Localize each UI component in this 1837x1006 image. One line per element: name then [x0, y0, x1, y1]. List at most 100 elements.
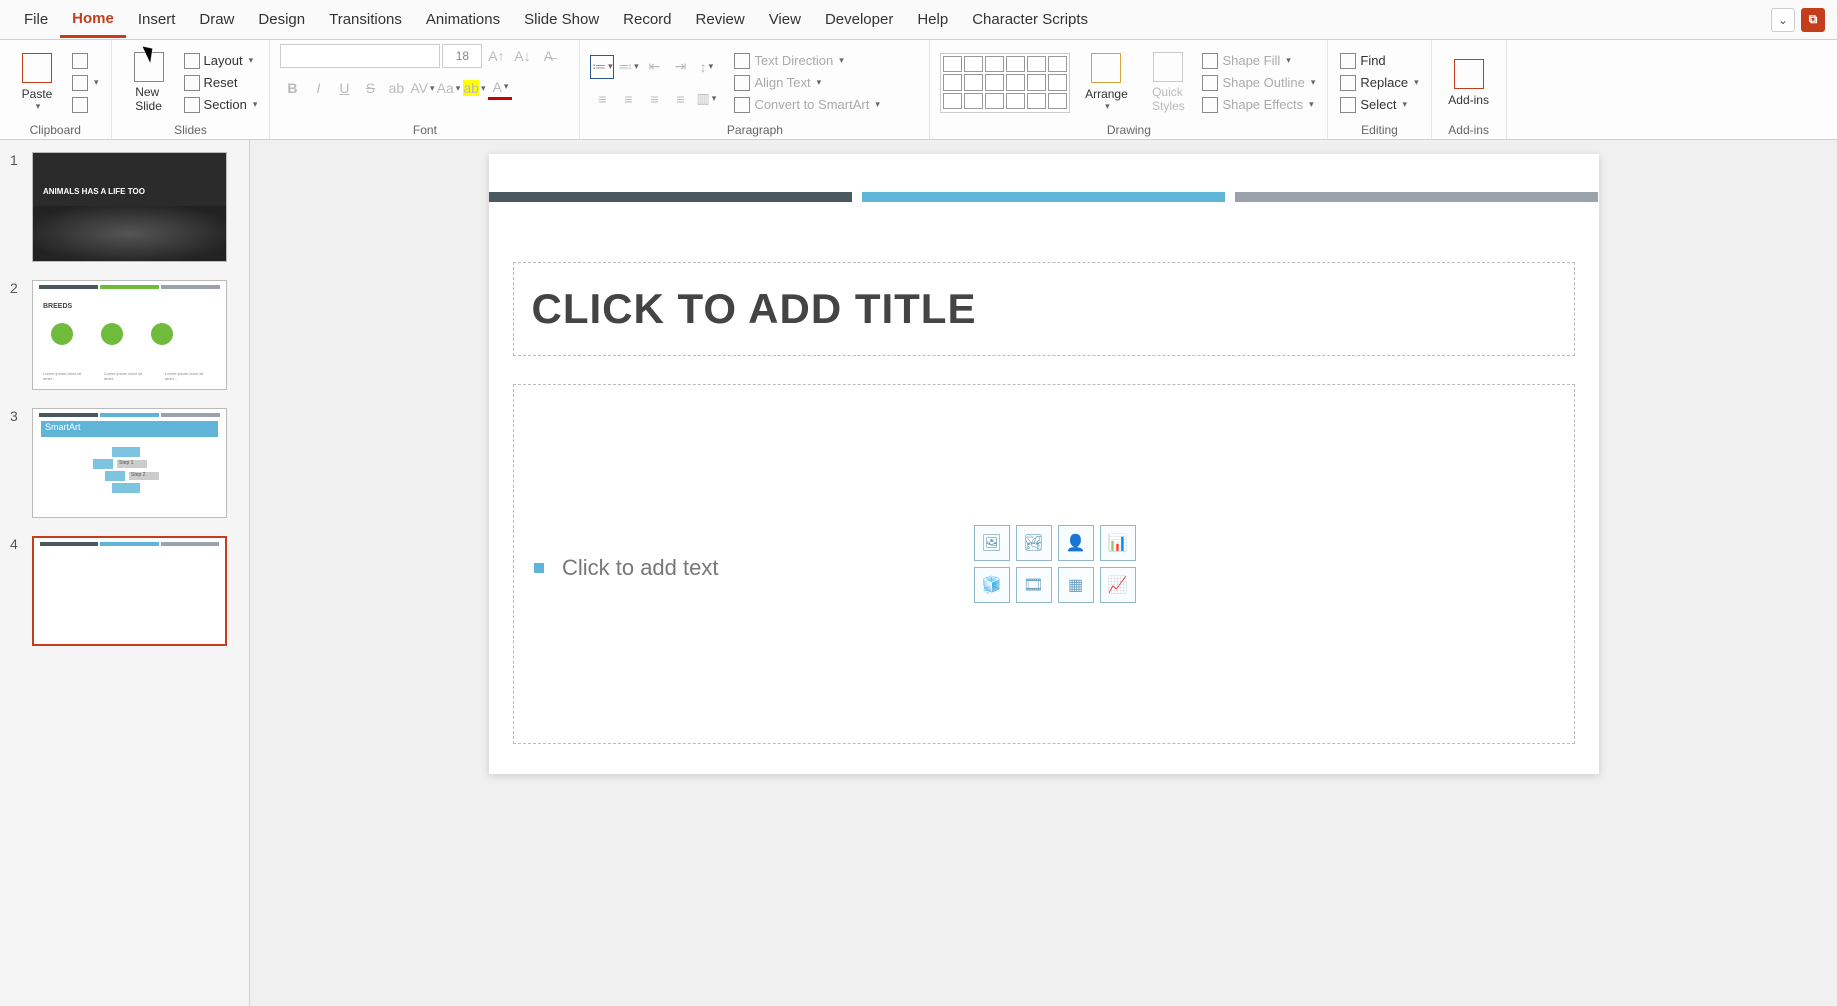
clear-formatting-button[interactable]: A̶: [536, 44, 560, 68]
align-right-button[interactable]: ≡: [642, 87, 666, 111]
insert-icon-icon[interactable]: 👤: [1058, 525, 1094, 561]
tab-character-scripts[interactable]: Character Scripts: [960, 3, 1100, 36]
insert-chart-icon[interactable]: 📈: [1100, 567, 1136, 603]
cut-button[interactable]: [70, 52, 101, 70]
change-case-button[interactable]: Aa▾: [436, 76, 460, 100]
highlight-button[interactable]: ab▾: [462, 76, 486, 100]
layout-button[interactable]: Layout▾: [182, 52, 260, 70]
font-family-combo[interactable]: [280, 44, 440, 68]
title-placeholder[interactable]: CLICK TO ADD TITLE: [513, 262, 1575, 356]
tab-slideshow[interactable]: Slide Show: [512, 3, 611, 36]
bold-button[interactable]: B: [280, 76, 304, 100]
section-button[interactable]: Section▾: [182, 96, 260, 114]
italic-button[interactable]: I: [306, 76, 330, 100]
thumb3-title: SmartArt: [41, 421, 218, 437]
find-button[interactable]: Find: [1338, 52, 1420, 70]
tab-animations[interactable]: Animations: [414, 3, 512, 36]
tab-record[interactable]: Record: [611, 3, 683, 36]
insert-smartart-icon[interactable]: 📊: [1100, 525, 1136, 561]
copy-button[interactable]: ▾: [70, 74, 101, 92]
new-slide-label: New Slide: [135, 86, 162, 112]
layout-icon: [184, 53, 200, 69]
slide-thumbnail-3[interactable]: SmartArt Step 1 Step 2: [32, 408, 227, 518]
decrease-font-button[interactable]: A↓: [510, 44, 534, 68]
insert-video-icon[interactable]: 🎞: [1016, 567, 1052, 603]
slide-thumbnails-pane[interactable]: 1 ANIMALS HAS A LIFE TOO 2 BREEDS Lorem …: [0, 140, 250, 1006]
slide-thumbnail-4[interactable]: [32, 536, 227, 646]
group-label-slides: Slides: [122, 121, 260, 137]
menu-bar: File Home Insert Draw Design Transitions…: [0, 0, 1837, 40]
text-direction-button[interactable]: Text Direction▾: [732, 52, 881, 70]
group-label-addins: Add-ins: [1442, 121, 1496, 137]
font-size-combo[interactable]: 18: [442, 44, 482, 68]
shape-outline-icon: [1202, 75, 1218, 91]
tab-design[interactable]: Design: [246, 3, 317, 36]
shadow-button[interactable]: ab: [384, 76, 408, 100]
align-left-button[interactable]: ≡: [590, 87, 614, 111]
char-spacing-button[interactable]: AV▾: [410, 76, 434, 100]
align-center-button[interactable]: ≡: [616, 87, 640, 111]
bullets-button[interactable]: ≔▾: [590, 55, 614, 79]
shape-effects-icon: [1202, 97, 1218, 113]
tab-help[interactable]: Help: [905, 3, 960, 36]
increase-font-button[interactable]: A↑: [484, 44, 508, 68]
bullet-icon: [534, 563, 544, 573]
shape-outline-button[interactable]: Shape Outline▾: [1200, 74, 1317, 92]
group-addins: Add-ins Add-ins: [1432, 40, 1507, 139]
content-placeholder[interactable]: Click to add text 🖼 🏞 👤 📊 🧊 🎞 ▦ 📈: [513, 384, 1575, 744]
reset-button[interactable]: Reset: [182, 74, 260, 92]
replace-button[interactable]: Replace▾: [1338, 74, 1420, 92]
strikethrough-button[interactable]: S: [358, 76, 382, 100]
shape-fill-button[interactable]: Shape Fill▾: [1200, 52, 1317, 70]
title-placeholder-text: CLICK TO ADD TITLE: [532, 285, 1556, 333]
align-text-button[interactable]: Align Text▾: [732, 74, 881, 92]
group-label-editing: Editing: [1338, 121, 1420, 137]
shape-fill-icon: [1202, 53, 1218, 69]
insert-table-icon[interactable]: ▦: [1058, 567, 1094, 603]
group-label-paragraph: Paragraph: [590, 121, 919, 137]
tab-home[interactable]: Home: [60, 2, 126, 38]
slide-canvas-area[interactable]: CLICK TO ADD TITLE Click to add text 🖼 🏞…: [250, 140, 1837, 1006]
paste-icon: [22, 53, 52, 83]
insert-picture-icon[interactable]: 🏞: [1016, 525, 1052, 561]
share-button[interactable]: ⧉: [1801, 8, 1825, 32]
columns-button[interactable]: ▥▾: [694, 87, 718, 111]
numbering-button[interactable]: ≕▾: [616, 55, 640, 79]
thumb-number: 4: [10, 536, 24, 646]
slide-thumbnail-1[interactable]: ANIMALS HAS A LIFE TOO: [32, 152, 227, 262]
increase-indent-button[interactable]: ⇥: [668, 55, 692, 79]
tab-insert[interactable]: Insert: [126, 3, 188, 36]
group-label-font: Font: [280, 121, 569, 137]
addins-button[interactable]: Add-ins: [1442, 45, 1496, 121]
group-slides: New Slide Layout▾ Reset Section▾ Slides: [112, 40, 271, 139]
tab-draw[interactable]: Draw: [187, 3, 246, 36]
shapes-gallery[interactable]: [940, 53, 1070, 113]
format-painter-icon: [72, 97, 88, 113]
paste-button[interactable]: Paste ▾: [10, 45, 64, 121]
collapse-ribbon-button[interactable]: ⌄: [1771, 8, 1795, 32]
quick-styles-button[interactable]: Quick Styles: [1142, 45, 1194, 121]
insert-3dmodel-icon[interactable]: 🧊: [974, 567, 1010, 603]
select-button[interactable]: Select▾: [1338, 96, 1420, 114]
line-spacing-button[interactable]: ↕▾: [694, 55, 718, 79]
copy-icon: [72, 75, 88, 91]
tab-transitions[interactable]: Transitions: [317, 3, 414, 36]
slide-editor[interactable]: CLICK TO ADD TITLE Click to add text 🖼 🏞…: [489, 154, 1599, 774]
tab-file[interactable]: File: [12, 3, 60, 36]
font-color-button[interactable]: A▾: [488, 76, 512, 100]
paste-label: Paste: [22, 87, 53, 101]
insert-stock-image-icon[interactable]: 🖼: [974, 525, 1010, 561]
new-slide-button[interactable]: New Slide: [122, 45, 176, 121]
underline-button[interactable]: U: [332, 76, 356, 100]
slide-thumbnail-2[interactable]: BREEDS Lorem ipsum dolor sit amet...Lore…: [32, 280, 227, 390]
tab-review[interactable]: Review: [684, 3, 757, 36]
justify-button[interactable]: ≡: [668, 87, 692, 111]
convert-smartart-button[interactable]: Convert to SmartArt▾: [732, 96, 881, 114]
shape-effects-button[interactable]: Shape Effects▾: [1200, 96, 1317, 114]
arrange-button[interactable]: Arrange▾: [1076, 45, 1136, 121]
decrease-indent-button[interactable]: ⇤: [642, 55, 666, 79]
arrange-icon: [1091, 53, 1121, 83]
tab-developer[interactable]: Developer: [813, 3, 905, 36]
tab-view[interactable]: View: [757, 3, 813, 36]
format-painter-button[interactable]: [70, 96, 101, 114]
